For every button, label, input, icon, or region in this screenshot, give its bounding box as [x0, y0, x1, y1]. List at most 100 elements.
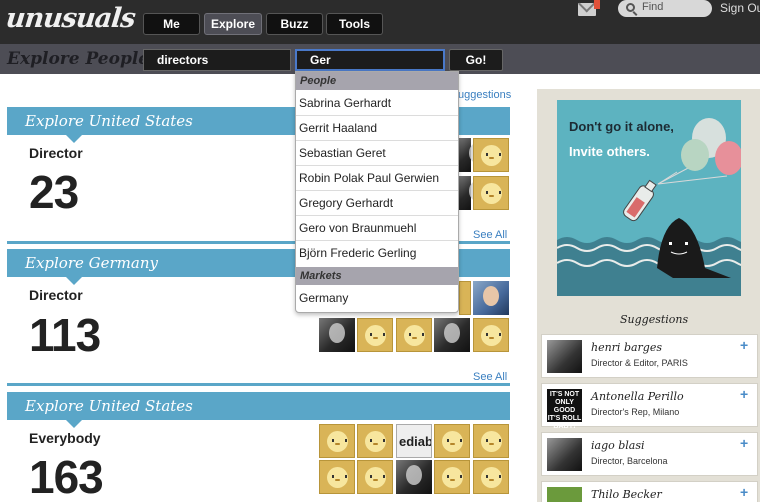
go-button[interactable]: Go! [449, 49, 503, 71]
dropdown-item[interactable]: Gero von Braunmuehl [296, 216, 458, 241]
suggestion-role: Director, Barcelona [591, 456, 668, 466]
section-title: Explore United States [25, 112, 193, 130]
member-photo[interactable] [459, 176, 485, 210]
nav-tools[interactable]: Tools [326, 13, 383, 35]
member-avatar[interactable] [473, 138, 509, 172]
section-count: 163 [29, 451, 104, 502]
find-placeholder: Find [642, 1, 664, 13]
section-pointer [66, 277, 82, 285]
chick-avatar-icon [404, 325, 425, 346]
page-title: Explore People [7, 49, 150, 69]
nav-explore[interactable]: Explore [204, 13, 262, 35]
section-title: Explore United States [25, 397, 193, 415]
section-count: 23 [29, 166, 79, 218]
autocomplete-dropdown: People Sabrina Gerhardt Gerrit Haaland S… [295, 71, 459, 313]
avatar[interactable]: IT'S NOT ONLY GOOD IT'S ROLL BABY! [547, 389, 582, 430]
dropdown-group-markets: Markets [296, 267, 458, 285]
member-avatar[interactable] [319, 460, 355, 494]
location-search-input[interactable]: Ger [295, 49, 445, 71]
notification-flag-icon [594, 0, 600, 9]
member-avatar[interactable] [473, 460, 509, 494]
chick-avatar-icon [481, 145, 502, 166]
suggestions-link[interactable]: uggestions [458, 89, 511, 101]
member-avatar[interactable] [357, 460, 393, 494]
search-icon [626, 3, 635, 12]
suggestion-card[interactable]: henri barges Director & Editor, PARIS + [541, 334, 758, 378]
section-pointer [66, 135, 82, 143]
chick-avatar-icon [365, 467, 386, 488]
bottle-illustration [623, 179, 657, 222]
avatar[interactable] [547, 487, 582, 502]
suggestion-name[interactable]: iago blasi [591, 439, 645, 452]
avatar[interactable] [547, 438, 582, 471]
member-photo[interactable] [396, 460, 432, 494]
dropdown-item[interactable]: Germany [296, 286, 458, 311]
chick-avatar-icon [442, 431, 463, 452]
suggestions-heading: Suggestions [620, 313, 689, 326]
chick-avatar-icon [481, 431, 502, 452]
member-avatar[interactable] [396, 318, 432, 352]
section-header-3[interactable]: Explore United States [7, 392, 510, 420]
suggestion-role: Director & Editor, PARIS [591, 358, 688, 368]
dropdown-item[interactable]: Björn Frederic Gerling [296, 241, 458, 266]
suggestion-name[interactable]: Thilo Becker [591, 488, 662, 501]
chick-avatar-icon [481, 183, 502, 204]
plus-icon[interactable]: + [740, 338, 748, 352]
chick-avatar-icon [442, 467, 463, 488]
member-avatar[interactable] [357, 318, 393, 352]
member-photo[interactable]: ediabe [396, 424, 432, 458]
suggestion-name[interactable]: Antonella Perillo [591, 390, 684, 403]
section-divider [7, 383, 510, 386]
nav-buzz[interactable]: Buzz [266, 13, 323, 35]
member-avatar[interactable] [357, 424, 393, 458]
chick-avatar-icon [365, 431, 386, 452]
dropdown-item[interactable]: Gerrit Haaland [296, 116, 458, 141]
suggestion-name[interactable]: henri barges [591, 341, 662, 354]
member-avatar[interactable] [459, 281, 471, 315]
member-avatar[interactable] [473, 424, 509, 458]
chick-avatar-icon [365, 325, 386, 346]
member-photo[interactable] [459, 138, 485, 172]
nav-me[interactable]: Me [143, 13, 200, 35]
dropdown-item[interactable]: Sebastian Geret [296, 141, 458, 166]
section-label: Director [29, 145, 83, 161]
dropdown-item[interactable]: Gregory Gerhardt [296, 191, 458, 216]
dropdown-item[interactable]: Sabrina Gerhardt [296, 91, 458, 116]
member-photo[interactable] [473, 281, 509, 315]
suggestion-card[interactable]: Thilo Becker + [541, 481, 758, 502]
dropdown-item[interactable]: Robin Polak Paul Gerwien [296, 166, 458, 191]
suggestion-role: Director's Rep, Milano [591, 407, 680, 417]
see-all-link[interactable]: See All [473, 371, 507, 383]
dropdown-group-people: People [296, 72, 458, 90]
plus-icon[interactable]: + [740, 485, 748, 499]
member-avatar[interactable] [434, 460, 470, 494]
section-title: Explore Germany [25, 254, 158, 272]
role-search-input[interactable]: directors [143, 49, 291, 71]
member-photo[interactable] [434, 318, 470, 352]
logo[interactable]: unusuals [4, 3, 136, 34]
member-avatar[interactable] [319, 424, 355, 458]
plus-icon[interactable]: + [740, 387, 748, 401]
section-label: Director [29, 287, 83, 303]
sign-out-link[interactable]: Sign Out [720, 1, 760, 15]
section-count: 113 [29, 309, 101, 361]
chick-avatar-icon [327, 467, 348, 488]
promo-headline: Don't go it alone, [569, 119, 674, 134]
invite-promo[interactable]: Don't go it alone, Invite others. [557, 100, 741, 296]
photo-sign-text: ediabe [399, 434, 431, 449]
suggestion-card[interactable]: IT'S NOT ONLY GOOD IT'S ROLL BABY! Anton… [541, 383, 758, 430]
suggestion-card[interactable]: iago blasi Director, Barcelona + [541, 432, 758, 476]
chick-avatar-icon [481, 325, 502, 346]
avatar[interactable] [547, 340, 582, 373]
member-avatar[interactable] [434, 424, 470, 458]
promo-subline: Invite others. [569, 144, 650, 159]
see-all-link[interactable]: See All [473, 229, 507, 241]
section-pointer [66, 420, 82, 428]
member-avatar[interactable] [473, 176, 509, 210]
plus-icon[interactable]: + [740, 436, 748, 450]
member-photo[interactable] [319, 318, 355, 352]
chick-avatar-icon [327, 431, 348, 452]
member-avatar[interactable] [473, 318, 509, 352]
chick-avatar-icon [481, 467, 502, 488]
section-label: Everybody [29, 430, 101, 446]
